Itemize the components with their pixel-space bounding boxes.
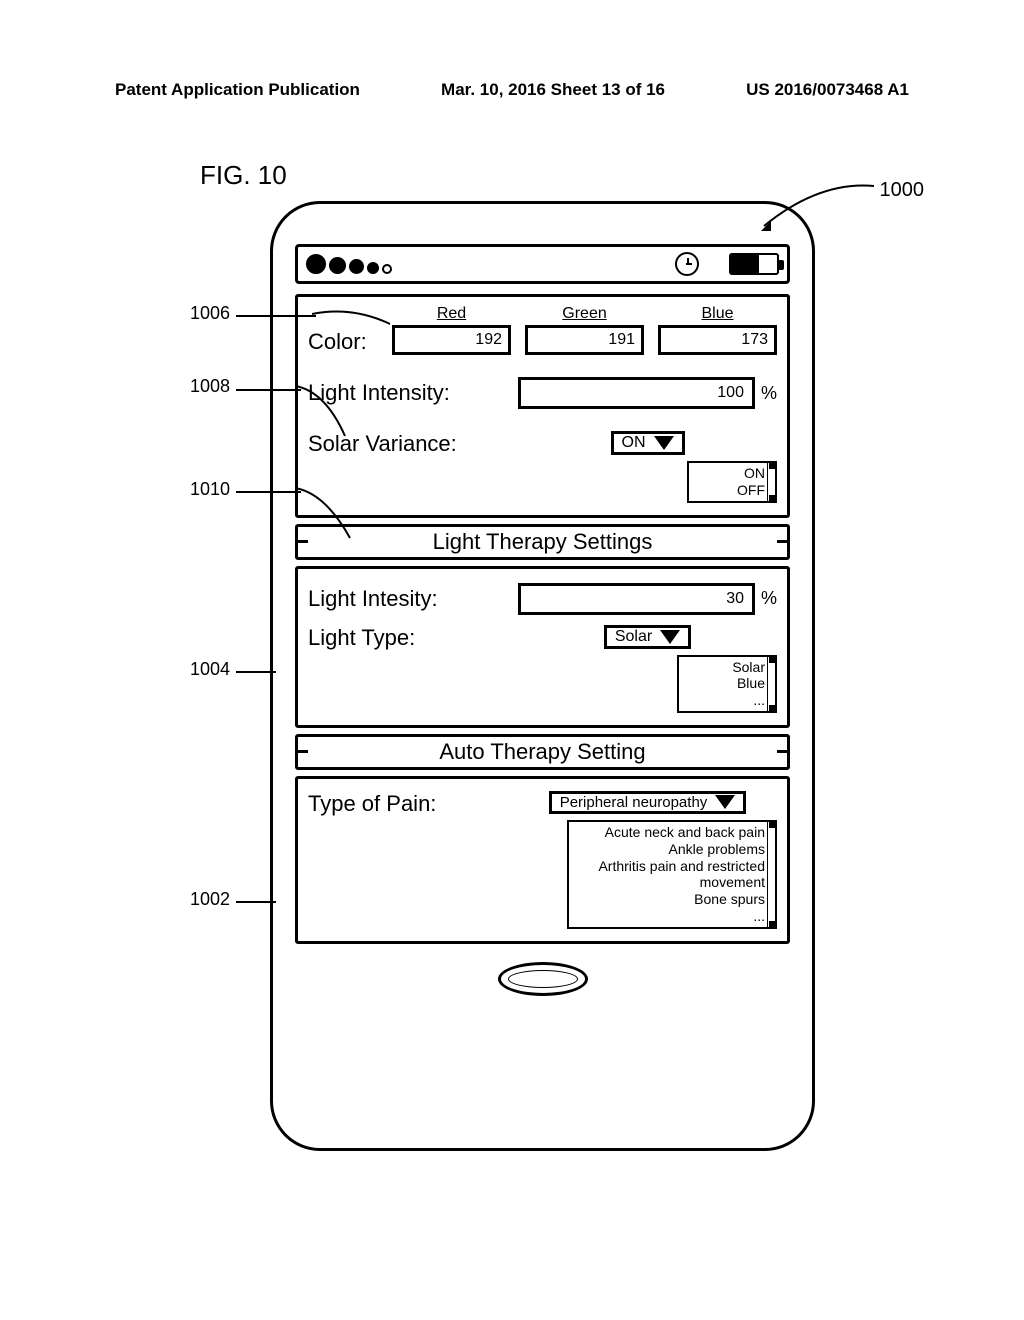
signal-icon xyxy=(306,254,392,274)
scrollbar-icon[interactable] xyxy=(767,657,775,711)
option-pain3[interactable]: Arthritis pain and restricted xyxy=(573,858,765,875)
option-blue[interactable]: Blue xyxy=(683,675,765,692)
chevron-down-icon xyxy=(654,436,674,450)
ref-1000: 1000 xyxy=(880,179,925,202)
color-panel: Color: Red 192 Green 191 Blue 173 xyxy=(295,294,790,518)
solar-variance-options[interactable]: ON OFF xyxy=(687,461,777,503)
blue-input[interactable]: 173 xyxy=(658,325,777,355)
light-therapy-panel: Light Intesity: 30 % Light Type: Solar xyxy=(295,566,790,728)
option-pain1[interactable]: Acute neck and back pain xyxy=(573,824,765,841)
status-bar xyxy=(295,244,790,284)
page: Patent Application Publication Mar. 10, … xyxy=(0,0,1024,1191)
light-type-options[interactable]: Solar Blue ... xyxy=(677,655,777,713)
type-of-pain-label: Type of Pain: xyxy=(308,791,508,817)
solar-variance-select[interactable]: ON xyxy=(611,431,685,455)
solar-variance-value: ON xyxy=(622,434,646,452)
clock-icon xyxy=(675,252,699,276)
light-intensity2-input[interactable]: 30 xyxy=(518,583,755,615)
chevron-down-icon xyxy=(715,795,735,809)
figure-wrap: 1000 1006 1008 1010 1004 1002 xyxy=(190,201,964,1151)
light-type-value: Solar xyxy=(615,628,652,646)
auto-therapy-title: Auto Therapy Setting xyxy=(295,734,790,770)
auto-therapy-title-text: Auto Therapy Setting xyxy=(308,739,777,765)
green-input[interactable]: 191 xyxy=(525,325,644,355)
home-button[interactable] xyxy=(498,962,588,996)
red-input[interactable]: 192 xyxy=(392,325,511,355)
light-intensity-label: Light Intensity: xyxy=(308,380,508,406)
option-pain4[interactable]: movement xyxy=(573,874,765,891)
ref-1010: 1010 xyxy=(190,479,230,500)
ref-1006: 1006 xyxy=(190,303,230,324)
chevron-down-icon xyxy=(660,630,680,644)
percent-unit: % xyxy=(761,588,777,609)
light-intensity2-label: Light Intesity: xyxy=(308,586,508,612)
red-header: Red xyxy=(392,305,511,323)
type-of-pain-options[interactable]: Acute neck and back pain Ankle problems … xyxy=(567,820,777,929)
ref-1002: 1002 xyxy=(190,889,230,910)
option-solar[interactable]: Solar xyxy=(683,659,765,676)
ref-1004: 1004 xyxy=(190,659,230,680)
auto-therapy-panel: Type of Pain: Peripheral neuropathy Acut… xyxy=(295,776,790,944)
light-therapy-title-text: Light Therapy Settings xyxy=(308,529,777,555)
battery-icon xyxy=(729,253,779,275)
type-of-pain-select[interactable]: Peripheral neuropathy xyxy=(549,791,747,814)
scrollbar-icon[interactable] xyxy=(767,822,775,927)
option-pain-more[interactable]: ... xyxy=(573,908,765,925)
option-more[interactable]: ... xyxy=(683,692,765,709)
option-off[interactable]: OFF xyxy=(693,482,765,499)
option-on[interactable]: ON xyxy=(693,465,765,482)
ref-1008: 1008 xyxy=(190,376,230,397)
scrollbar-icon[interactable] xyxy=(767,463,775,501)
option-pain2[interactable]: Ankle problems xyxy=(573,841,765,858)
light-intensity-input[interactable]: 100 xyxy=(518,377,755,409)
light-therapy-title: Light Therapy Settings xyxy=(295,524,790,560)
percent-unit: % xyxy=(761,383,777,404)
type-of-pain-value: Peripheral neuropathy xyxy=(560,794,708,811)
light-type-label: Light Type: xyxy=(308,625,508,651)
option-pain5[interactable]: Bone spurs xyxy=(573,891,765,908)
header-mid: Mar. 10, 2016 Sheet 13 of 16 xyxy=(360,80,746,100)
light-type-select[interactable]: Solar xyxy=(604,625,691,649)
header-right: US 2016/0073468 A1 xyxy=(746,80,909,100)
header-left: Patent Application Publication xyxy=(115,80,360,100)
page-header: Patent Application Publication Mar. 10, … xyxy=(60,80,964,100)
device-frame: Color: Red 192 Green 191 Blue 173 xyxy=(270,201,815,1151)
solar-variance-label: Solar Variance: xyxy=(308,431,508,457)
blue-header: Blue xyxy=(658,305,777,323)
green-header: Green xyxy=(525,305,644,323)
color-label: Color: xyxy=(308,329,378,355)
